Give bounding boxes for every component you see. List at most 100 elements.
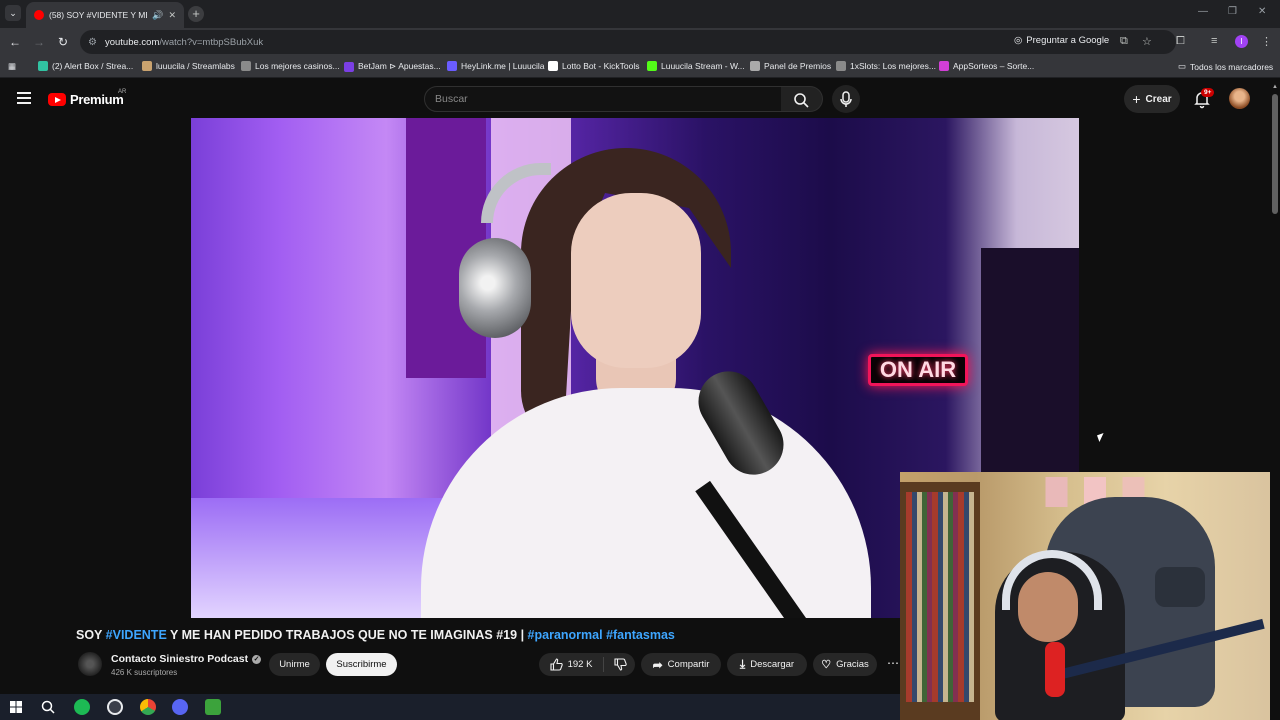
bookmark-item[interactable]: Panel de Premios [750,61,831,71]
on-air-sign: ON AIR [868,354,968,386]
minecraft-icon[interactable] [205,699,221,715]
youtube-play-logo-icon [48,93,66,106]
browser-tab-strip: ⌄ (58) SOY #VIDENTE Y ME H 🔊 ✕ + — ❐ ✕ [0,0,1280,28]
channel-name: Contacto Siniestro Podcast [111,653,249,665]
all-bookmarks-label: Todos los marcadores [1190,61,1274,72]
browser-menu-icon[interactable]: ⋮ [1261,35,1272,48]
browser-profile-avatar[interactable]: I [1235,35,1248,48]
restore-window-icon[interactable]: ❐ [1228,6,1237,17]
like-button[interactable]: 192 K [539,653,603,676]
tab-search-menu-button[interactable]: ⌄ [5,5,21,21]
browser-toolbar: ← → ↻ ⚙ youtube.com/watch?v=mtbpSBubXuk … [0,28,1280,56]
bookmark-item[interactable]: (2) Alert Box / Strea... [38,61,133,71]
bookmark-item[interactable]: 1xSlots: Los mejores... [836,61,936,71]
browser-tab-youtube[interactable]: (58) SOY #VIDENTE Y ME H 🔊 ✕ [26,2,184,28]
thanks-button[interactable]: ♡ Gracias [813,653,877,676]
windows-taskbar [0,694,900,720]
bookmark-item[interactable]: Los mejores casinos... [241,61,340,71]
media-controls-icon[interactable]: ≡ [1211,35,1217,47]
video-frame-headphone-cup [459,238,531,338]
mouse-cursor-icon [1097,433,1106,442]
hashtag-link[interactable]: #fantasmas [606,628,675,642]
ask-google-button[interactable]: ◎ Preguntar a Google [1014,35,1109,46]
bookmark-item[interactable]: HeyLink.me | Luuucila [447,61,544,71]
logo-word: Premium [70,92,124,107]
obs-icon[interactable] [107,699,123,715]
thumbs-up-icon [550,658,563,671]
bookmark-label: Luuucila Stream - W... [661,61,745,71]
youtube-premium-logo[interactable]: Premium [48,92,124,107]
channel-avatar[interactable] [78,652,102,676]
hashtag-link[interactable]: #paranormal [528,628,603,642]
country-code: AR [118,89,127,95]
search-icon [794,93,809,108]
tab-close-icon[interactable]: ✕ [168,10,176,21]
folder-icon: ▭ [1178,61,1187,71]
page-scrollbar[interactable]: ▲ [1270,80,1280,720]
download-label: Descargar [750,659,795,670]
video-frame-shirt [421,388,871,618]
create-button[interactable]: + Crear [1124,85,1180,113]
bookmark-item[interactable]: BetJam ⊳ Apuestas... [344,61,441,72]
ask-google-label: Preguntar a Google [1026,35,1110,46]
bookmark-label: 1xSlots: Los mejores... [850,61,936,71]
taskbar-search-icon[interactable] [40,699,56,715]
thumbs-down-icon [613,658,627,671]
reload-icon[interactable]: ↻ [56,35,70,49]
spotify-icon[interactable] [74,699,90,715]
like-count: 192 K [567,659,593,670]
chrome-icon[interactable] [140,699,156,715]
google-lens-icon: ◎ [1014,35,1023,46]
download-icon: ⤓ [739,657,746,671]
voice-search-button[interactable] [832,85,860,113]
bookmark-star-icon[interactable]: ☆ [1142,35,1152,48]
thanks-label: Gracias [836,659,869,670]
subscribe-button[interactable]: Suscribirme [326,653,397,676]
download-button[interactable]: ⤓ Descargar [727,653,807,676]
on-air-text: ON AIR [879,357,957,382]
scrollbar-thumb[interactable] [1272,94,1278,214]
all-bookmarks-folder[interactable]: ▭ Todos los marcadores [1178,61,1273,72]
video-title: SOY #VIDENTE Y ME HAN PEDIDO TRABAJOS QU… [76,628,675,642]
dislike-button[interactable] [605,653,635,676]
scroll-up-arrow-icon[interactable]: ▲ [1272,84,1278,90]
microphone-icon [840,91,852,107]
bookmark-item[interactable]: Luuucila Stream - W... [647,61,745,71]
search-input[interactable]: Buscar [424,86,782,112]
bookmark-favicon-icon [939,61,949,71]
windows-start-icon[interactable] [8,699,24,715]
bookmark-favicon-icon [836,61,846,71]
bookmark-favicon-icon [548,61,558,71]
webcam-microphone [1045,642,1065,697]
site-info-icon[interactable]: ⚙ [88,37,97,48]
extensions-icon[interactable]: ⧠ [1176,35,1185,48]
url-host: youtube.com [104,36,160,48]
apps-grid-icon[interactable]: ▦ [8,61,16,72]
minimize-window-icon[interactable]: — [1198,6,1208,17]
menu-hamburger-icon[interactable] [17,92,31,104]
join-button[interactable]: Unirme [269,653,320,676]
audio-playing-icon[interactable]: 🔊 [152,10,163,21]
bookmark-label: AppSorteos – Sorte... [953,61,1035,71]
back-arrow-icon[interactable]: ← [8,35,22,49]
search-button[interactable] [781,86,823,112]
join-label: Unirme [279,659,310,670]
hashtag-link[interactable]: #VIDENTE [106,628,167,642]
like-dislike-group: 192 K [539,653,635,676]
bookmark-item[interactable]: AppSorteos – Sorte... [939,61,1034,71]
address-bar[interactable]: ⚙ youtube.com/watch?v=mtbpSBubXuk [80,30,1176,54]
forward-arrow-icon[interactable]: → [32,35,46,49]
bookmark-favicon-icon [241,61,251,71]
bookmark-favicon-icon [344,61,354,72]
install-app-icon[interactable]: ⧉ [1120,35,1128,48]
video-frame-face [571,193,701,368]
close-window-icon[interactable]: ✕ [1258,6,1266,17]
bookmark-item[interactable]: luuucila / Streamlabs [142,61,235,71]
bookmark-item[interactable]: Lotto Bot - KickTools [548,61,639,71]
discord-icon[interactable] [172,699,188,715]
more-actions-icon[interactable]: ⋯ [883,653,903,676]
account-avatar[interactable] [1229,88,1250,109]
share-button[interactable]: ➦ Compartir [641,653,721,676]
channel-name-link[interactable]: Contacto Siniestro Podcast ✓ [111,653,262,665]
new-tab-button[interactable]: + [188,6,204,22]
